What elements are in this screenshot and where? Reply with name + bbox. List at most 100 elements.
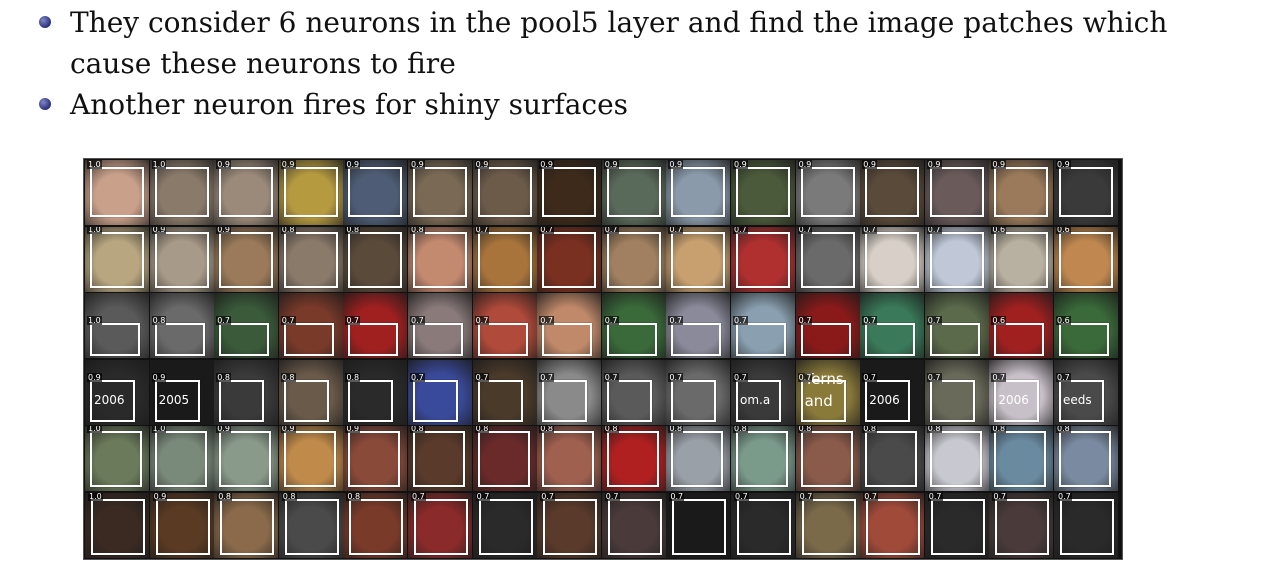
receptive-field-box [154, 167, 209, 217]
activation-score: 0.8 [797, 426, 813, 433]
receptive-field-box [1059, 323, 1109, 356]
patch-cell: 0.7 [795, 293, 860, 358]
activation-score: 0.8 [991, 426, 1007, 433]
activation-score: 0.7 [539, 316, 554, 325]
receptive-field-box [348, 379, 394, 422]
receptive-field-box [219, 323, 270, 356]
patch-cell: 0.7 [408, 359, 472, 425]
activation-score: 0.8 [539, 426, 554, 433]
activation-score: 0.7 [668, 226, 684, 234]
receptive-field-box [671, 167, 726, 217]
activation-score: 0.9 [1056, 160, 1071, 169]
receptive-field-box [606, 231, 661, 288]
patch-cell: 0.9 [343, 426, 408, 491]
activation-score: 0.7 [926, 372, 942, 382]
patch-cell: 0.7 [472, 492, 537, 558]
receptive-field-box [929, 167, 984, 217]
activation-score: 0.8 [280, 226, 296, 234]
receptive-field-box [606, 167, 661, 217]
patch-cell: 0.9 [214, 426, 279, 491]
activation-score: 0.7 [992, 492, 1008, 501]
activation-score: 0.8 [280, 372, 296, 382]
receptive-field-box [543, 498, 598, 555]
patch-cell: om.a 0.7 [731, 359, 795, 425]
patch-cell: 0.9 [731, 160, 795, 225]
patch-cell: 0.7 [731, 293, 795, 358]
activation-score: 0.9 [862, 160, 877, 169]
receptive-field-box [154, 231, 209, 288]
patch-text: 2006 [94, 392, 125, 407]
patch-cell: 0.7 [537, 293, 602, 358]
activation-score: 0.8 [1056, 426, 1071, 433]
receptive-field-box [865, 231, 920, 288]
patch-cell: 0.8 [278, 492, 343, 558]
receptive-field-box [542, 379, 588, 422]
activation-score: 0.7 [539, 226, 554, 234]
activation-score: 1.0 [88, 492, 103, 501]
receptive-field-box [671, 323, 722, 356]
activation-score: 0.8 [345, 372, 361, 382]
patch-cell: 0.6 [989, 293, 1054, 358]
patch-cell: 0.9 [989, 160, 1054, 225]
receptive-field-box [542, 431, 595, 487]
receptive-field-box [929, 323, 980, 356]
activation-score: 0.9 [87, 372, 102, 382]
activation-score: 0.7 [668, 372, 684, 382]
patch-cell: 0.7 [537, 492, 602, 558]
activation-score: 1.0 [87, 160, 102, 169]
activation-score: 0.7 [926, 316, 942, 325]
patch-cell: 0.8 [472, 426, 537, 491]
patch-cell: 0.7 [408, 492, 472, 558]
patch-cell: 0.7 [860, 492, 925, 558]
activation-score: 1.0 [87, 226, 102, 234]
activation-score: 0.7 [603, 316, 619, 325]
activation-score: 0.9 [345, 426, 361, 433]
patch-cell: 0.7 [666, 293, 731, 358]
receptive-field-box [219, 379, 265, 422]
activation-score: 0.7 [733, 372, 748, 382]
activation-score: 0.8 [862, 426, 877, 433]
activation-score: 0.9 [991, 160, 1007, 169]
patch-cell: 1.0 [149, 426, 214, 491]
patch-cell: 0.6 [1054, 226, 1118, 292]
activation-score: 0.8 [216, 372, 231, 382]
receptive-field-box [477, 431, 530, 487]
activation-score: 0.8 [217, 492, 232, 501]
receptive-field-box [1060, 498, 1114, 555]
patch-cell: 2006 0.9 [85, 359, 149, 425]
receptive-field-box [671, 379, 717, 422]
bullet-text: Another neuron fires for shiny surfaces [70, 88, 629, 121]
receptive-field-box [865, 323, 916, 356]
bullet-item: Another neuron fires for shiny surfaces [36, 84, 1256, 125]
patch-cell: 0.8 [278, 359, 343, 425]
patch-cell: 2006 0.7 [989, 359, 1054, 425]
activation-score: 0.7 [540, 492, 555, 501]
patch-cell: 0.8 [601, 426, 666, 491]
activation-score: 0.7 [991, 372, 1007, 382]
patch-cell: eeds 0.7 [1054, 359, 1118, 425]
patch-cell: 0.7 [924, 293, 989, 358]
patch-cell: 0.9 [278, 160, 343, 225]
activation-score: 0.9 [345, 160, 361, 169]
receptive-field-box [800, 431, 853, 487]
receptive-field-box [283, 379, 329, 422]
receptive-field-box [929, 379, 975, 422]
patch-cell: 0.7 [795, 492, 860, 558]
activation-score: 0.8 [410, 226, 425, 234]
receptive-field-box [607, 498, 662, 555]
patch-cell: Terns and 0.7 [795, 359, 860, 425]
patch-text: om.a [740, 392, 771, 407]
patch-cell: 0.7 [860, 293, 925, 358]
activation-score: 0.8 [410, 426, 425, 433]
receptive-field-box [90, 231, 144, 288]
patch-cell: 0.8 [343, 492, 408, 558]
receptive-field-box [413, 323, 463, 356]
patch-cell: 0.9 [860, 160, 925, 225]
receptive-field-box [154, 431, 207, 487]
receptive-field-box [865, 431, 918, 487]
patch-cell: 0.9 [214, 226, 279, 292]
receptive-field-box [283, 323, 334, 356]
receptive-field-box [1059, 431, 1111, 487]
activation-score: 0.7 [797, 316, 813, 325]
receptive-field-box [542, 231, 597, 288]
